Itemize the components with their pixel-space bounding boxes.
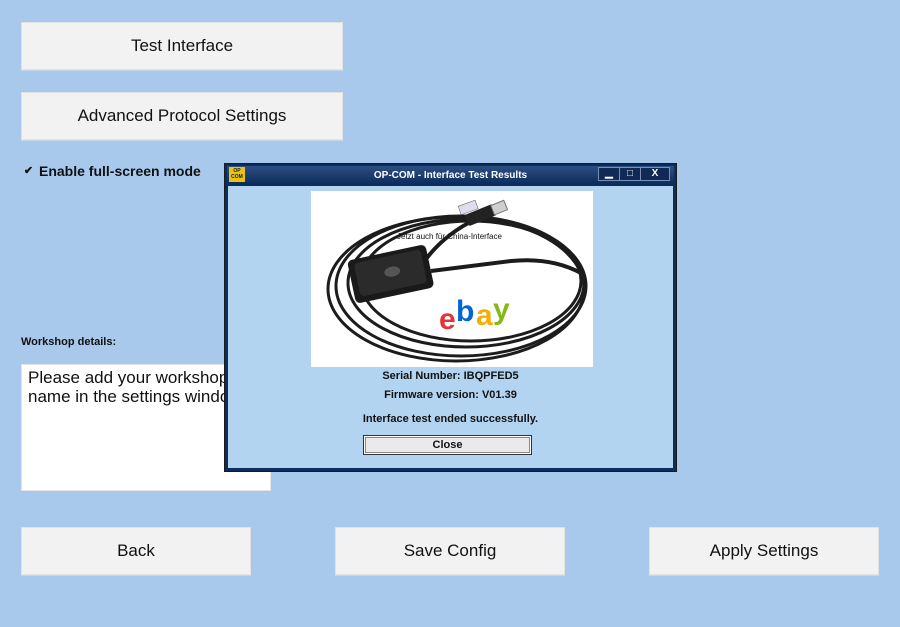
back-button[interactable]: Back xyxy=(21,527,251,575)
svg-text:y: y xyxy=(493,293,510,326)
test-interface-button[interactable]: Test Interface xyxy=(21,22,343,70)
minimize-icon[interactable]: ▁ xyxy=(599,168,619,180)
close-icon[interactable]: X xyxy=(640,168,669,180)
maximize-icon[interactable]: □ xyxy=(619,168,640,180)
close-button[interactable]: Close xyxy=(363,435,532,455)
photo-caption: Jetzt auch für China-Interface xyxy=(397,232,502,241)
test-result-message: Interface test ended successfully. xyxy=(362,413,539,425)
svg-text:a: a xyxy=(476,299,493,332)
advanced-protocol-settings-button[interactable]: Advanced Protocol Settings xyxy=(21,92,343,140)
interface-test-results-dialog: OP COM OP-COM - Interface Test Results ▁… xyxy=(224,163,677,472)
firmware-version: Firmware version: V01.39 xyxy=(384,389,517,401)
interface-cable-photo: e b a y Jetzt auch für China-Interface xyxy=(311,191,593,367)
dialog-body: e b a y Jetzt auch für China-Interface S… xyxy=(228,186,673,468)
fullscreen-label: Enable full-screen mode xyxy=(39,163,201,179)
apply-settings-button[interactable]: Apply Settings xyxy=(649,527,879,575)
dialog-titlebar[interactable]: OP COM OP-COM - Interface Test Results ▁… xyxy=(227,166,674,184)
fullscreen-checkbox[interactable]: ✔ xyxy=(23,165,34,177)
save-config-button[interactable]: Save Config xyxy=(335,527,565,575)
obd-cable-illustration: e b a y xyxy=(326,199,588,363)
svg-text:e: e xyxy=(439,303,456,336)
window-controls: ▁ □ X xyxy=(598,167,670,181)
fullscreen-option[interactable]: ✔ Enable full-screen mode xyxy=(23,163,201,179)
serial-number: Serial Number: IBQPFED5 xyxy=(382,370,519,382)
workshop-details-label: Workshop details: xyxy=(21,336,117,348)
svg-text:b: b xyxy=(456,295,474,328)
